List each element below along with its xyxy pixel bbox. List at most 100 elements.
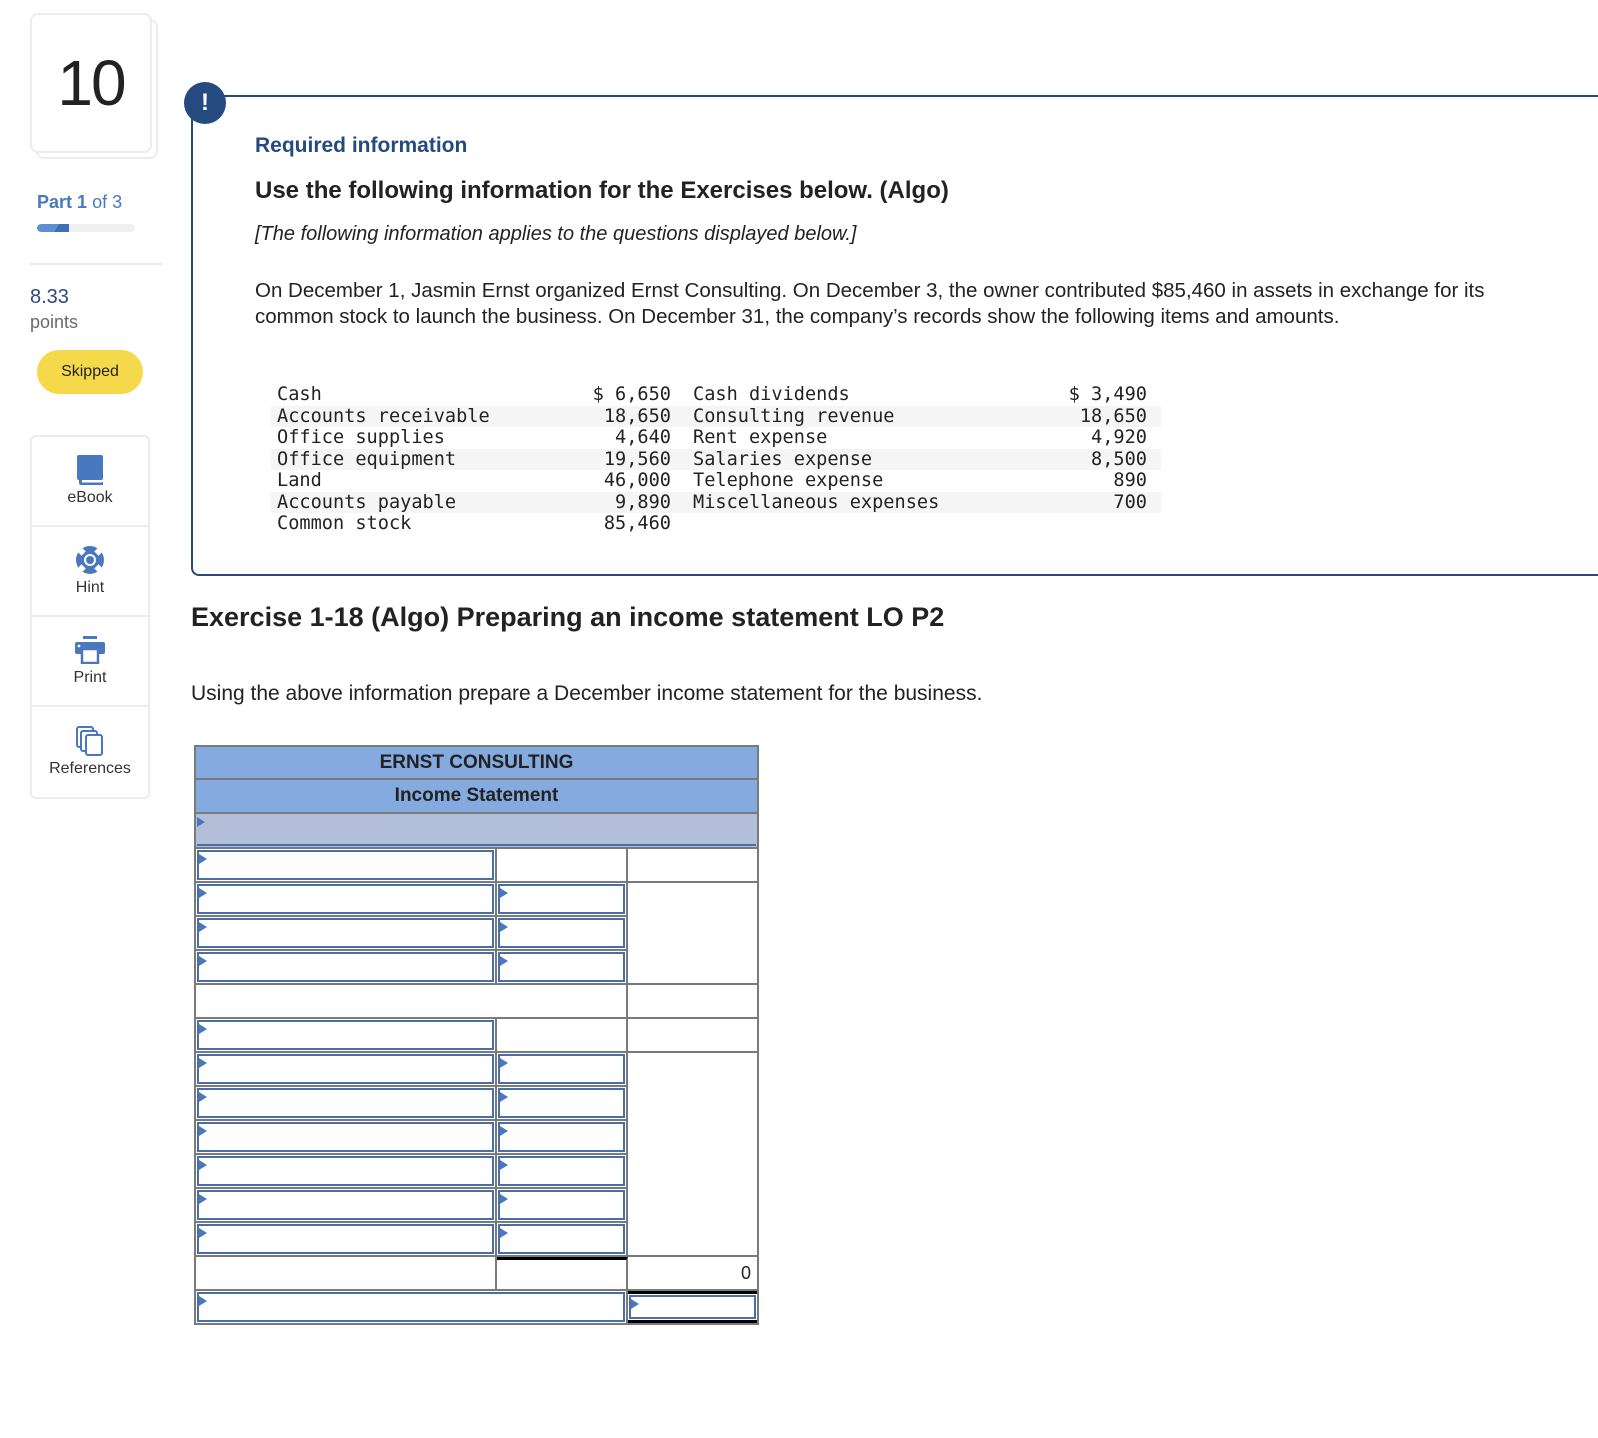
book-icon bbox=[75, 455, 105, 485]
ledger-row: Common stock 85,460 bbox=[271, 513, 1161, 535]
total-cell bbox=[628, 1087, 757, 1121]
part-label: Part bbox=[37, 192, 73, 212]
account-cell bbox=[196, 917, 497, 949]
amount-input[interactable] bbox=[498, 1122, 625, 1152]
account-dropdown[interactable] bbox=[197, 1088, 494, 1118]
account-dropdown[interactable] bbox=[197, 1224, 494, 1254]
print-button[interactable]: Print bbox=[32, 617, 148, 707]
ledger-account: Telephone expense bbox=[693, 470, 884, 491]
total-cell bbox=[628, 917, 757, 951]
ledger-account: Office equipment bbox=[277, 448, 457, 470]
ledger-amount: 85,460 bbox=[603, 513, 671, 534]
account-cell bbox=[196, 1121, 497, 1153]
alert-icon: ! bbox=[184, 82, 226, 124]
account-dropdown[interactable] bbox=[197, 952, 494, 982]
ebook-button[interactable]: eBook bbox=[32, 437, 148, 527]
expense-row bbox=[194, 1053, 759, 1087]
hint-button[interactable]: Hint bbox=[32, 527, 148, 617]
ledger-account: Salaries expense bbox=[693, 448, 873, 470]
ledger-amount: 19,560 bbox=[603, 448, 671, 470]
net-income-value-cell bbox=[628, 1291, 757, 1323]
ledger-amount: 8,500 bbox=[1091, 448, 1147, 470]
account-cell bbox=[196, 951, 497, 983]
company-name-header: ERNST CONSULTING bbox=[194, 745, 759, 780]
ledger-amount: 9,890 bbox=[615, 491, 671, 513]
amount-cell bbox=[497, 1189, 628, 1221]
amount-input[interactable] bbox=[498, 1088, 625, 1118]
total-cell bbox=[628, 1155, 757, 1189]
amount-input[interactable] bbox=[498, 1224, 625, 1254]
ledger-row: Cash $ 6,650 Cash dividends $ 3,490 bbox=[271, 384, 1161, 406]
amount-input[interactable] bbox=[498, 918, 625, 948]
account-dropdown[interactable] bbox=[197, 1156, 494, 1186]
amount-cell bbox=[497, 1155, 628, 1187]
part-total: of 3 bbox=[92, 192, 123, 212]
account-dropdown[interactable] bbox=[197, 1190, 494, 1220]
revenue-row bbox=[194, 917, 759, 951]
ledger-account: Cash bbox=[277, 384, 322, 405]
total-cell bbox=[628, 951, 757, 983]
amount-cell bbox=[497, 917, 628, 949]
ledger-amount: 4,920 bbox=[1091, 427, 1147, 448]
amount-input[interactable] bbox=[498, 884, 625, 914]
total-cell bbox=[628, 883, 757, 917]
account-dropdown[interactable] bbox=[197, 918, 494, 948]
tools-panel: eBook Hint Print References bbox=[30, 435, 150, 799]
points-label: points bbox=[30, 312, 79, 332]
ledger-account: Consulting revenue bbox=[693, 405, 895, 427]
amount-cell bbox=[497, 1223, 628, 1255]
ledger-amount: 18,650 bbox=[1079, 405, 1147, 427]
account-dropdown[interactable] bbox=[197, 1020, 494, 1050]
ledger-row: Accounts receivable 18,650 Consulting re… bbox=[271, 405, 1161, 427]
ledger-account: Cash dividends bbox=[693, 384, 850, 405]
total-expenses-label-cell bbox=[196, 1257, 497, 1289]
amount-cell bbox=[497, 1019, 628, 1051]
net-income-label-cell bbox=[196, 1291, 628, 1323]
net-income-label-dropdown[interactable] bbox=[197, 1292, 625, 1322]
ledger-amount: 4,640 bbox=[615, 427, 671, 448]
ledger-account: Common stock bbox=[277, 513, 412, 534]
net-income-input[interactable] bbox=[629, 1295, 756, 1319]
amount-input[interactable] bbox=[498, 1054, 625, 1084]
ledger-account: Office supplies bbox=[277, 427, 445, 448]
account-dropdown[interactable] bbox=[197, 1054, 494, 1084]
ledger-amount: $ 6,650 bbox=[592, 384, 671, 405]
account-dropdown[interactable] bbox=[197, 1122, 494, 1152]
date-dropdown[interactable] bbox=[197, 815, 756, 846]
account-dropdown[interactable] bbox=[197, 884, 494, 914]
lifebuoy-icon bbox=[75, 545, 105, 575]
account-cell bbox=[196, 849, 497, 881]
ebook-label: eBook bbox=[67, 489, 113, 506]
total-cell bbox=[628, 1053, 757, 1087]
ledger-amount: 890 bbox=[1113, 470, 1147, 491]
expense-row bbox=[194, 1087, 759, 1121]
total-expenses-row: 0 bbox=[194, 1257, 759, 1291]
ledger-account: Accounts payable bbox=[277, 491, 457, 513]
expense-row bbox=[194, 1189, 759, 1223]
references-button[interactable]: References bbox=[32, 707, 148, 797]
ledger-amount: 700 bbox=[1113, 491, 1147, 513]
ledger-row: Office equipment 19,560 Salaries expense… bbox=[271, 448, 1161, 470]
account-cell bbox=[196, 1223, 497, 1255]
amount-input[interactable] bbox=[498, 1156, 625, 1186]
ledger-amount: 46,000 bbox=[603, 470, 671, 491]
ledger-account bbox=[671, 513, 981, 535]
sidebar-divider bbox=[30, 263, 162, 265]
amount-input[interactable] bbox=[498, 1190, 625, 1220]
exercise-instruction: Using the above information prepare a De… bbox=[191, 682, 983, 705]
total-expenses-total-cell: 0 bbox=[628, 1257, 757, 1289]
expense-row bbox=[194, 1223, 759, 1257]
amount-input[interactable] bbox=[498, 952, 625, 982]
amount-cell bbox=[497, 883, 628, 915]
ledger-row: Land 46,000 Telephone expense 890 bbox=[271, 470, 1161, 492]
status-badge: Skipped bbox=[37, 350, 143, 394]
amount-cell bbox=[497, 1053, 628, 1085]
part-indicator: Part 1 of 3 bbox=[37, 192, 122, 213]
total-revenue-row bbox=[194, 985, 759, 1019]
expense-row bbox=[194, 1155, 759, 1189]
part-current: 1 bbox=[77, 192, 88, 212]
account-cell bbox=[196, 1053, 497, 1085]
expense-header-row bbox=[194, 1019, 759, 1053]
account-dropdown[interactable] bbox=[197, 850, 494, 880]
ledger-account: Rent expense bbox=[693, 427, 828, 448]
